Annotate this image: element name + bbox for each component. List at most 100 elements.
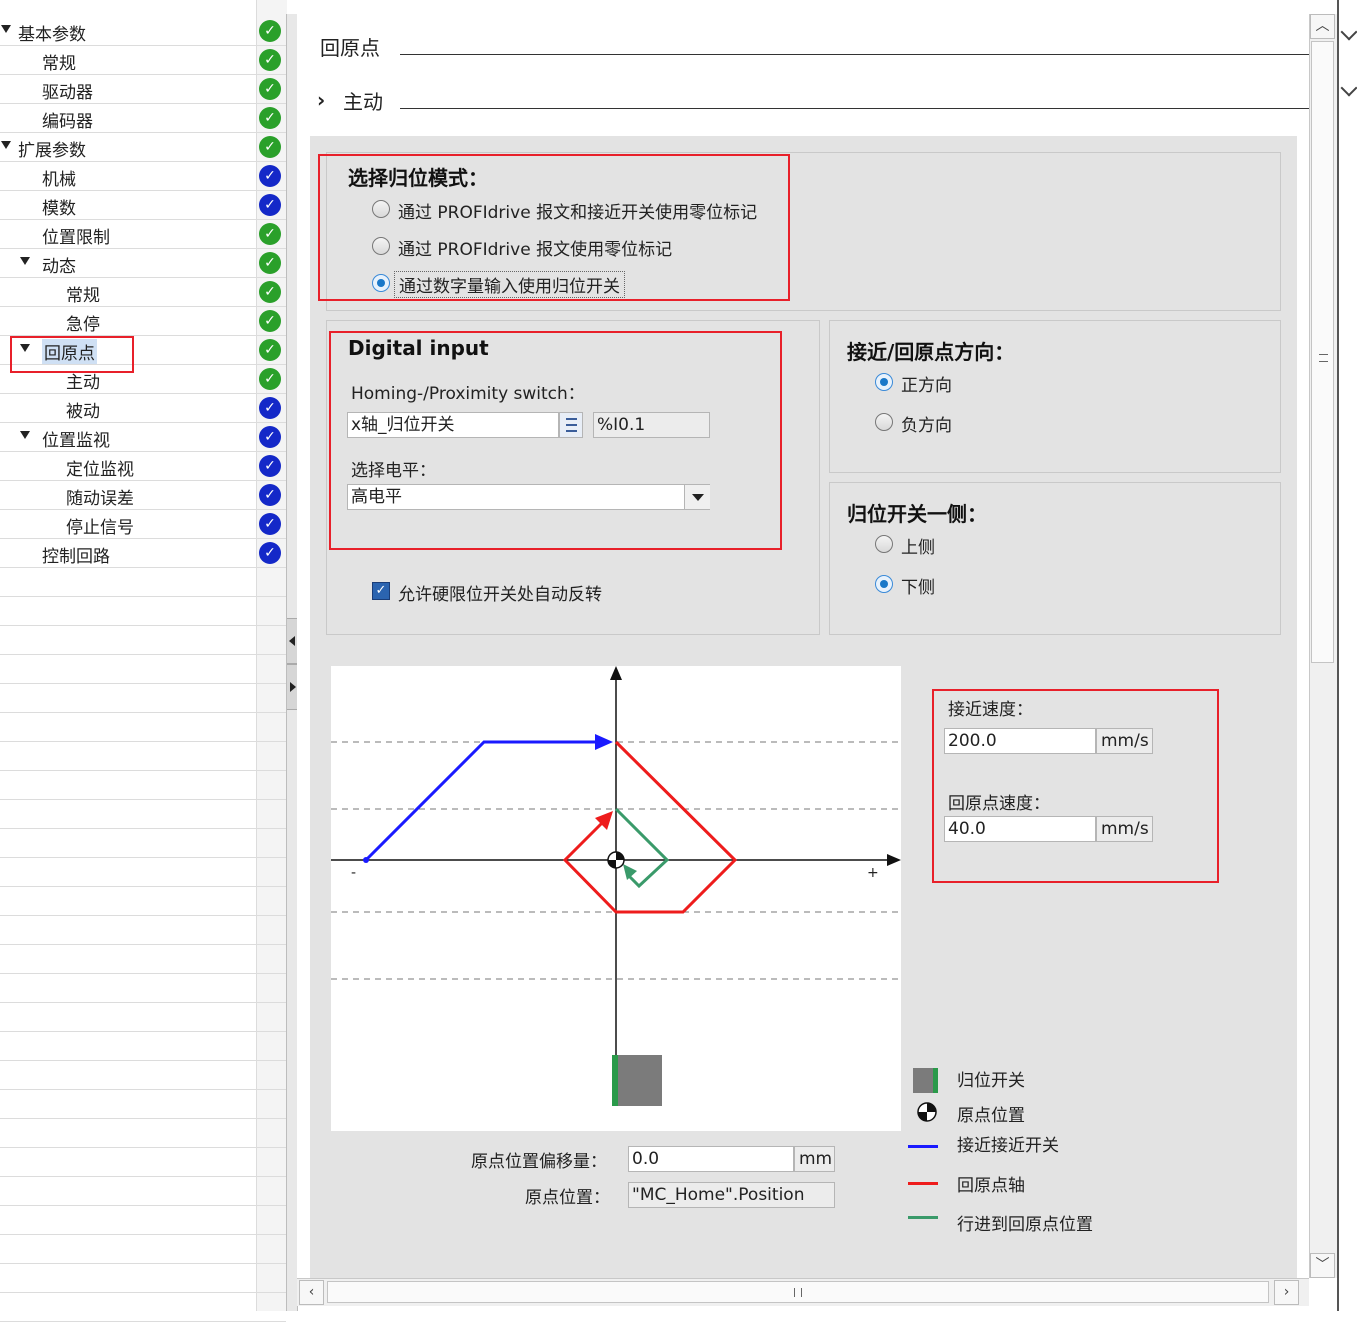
tree-item[interactable]: 停止信号: [0, 509, 256, 539]
tree-item[interactable]: 被动: [0, 393, 256, 423]
direction-radio-negative[interactable]: [875, 413, 893, 431]
tree-item[interactable]: 急停: [0, 306, 256, 336]
chevron-down-icon[interactable]: [1340, 23, 1357, 41]
status-cell: ✓: [256, 248, 286, 278]
tree-item-label: 常规: [42, 54, 76, 74]
expand-arrow-icon[interactable]: [20, 431, 30, 439]
tree-item[interactable]: 控制回路: [0, 538, 256, 568]
homing-switch-edge: [612, 1055, 618, 1106]
offset-unit: mm: [794, 1146, 835, 1172]
status-cell: ✓: [256, 190, 286, 220]
side-option-label: 上侧: [901, 538, 935, 558]
auto-reverse-checkbox[interactable]: ✓: [372, 582, 390, 600]
expand-arrow-icon[interactable]: [20, 257, 30, 265]
subsection-title[interactable]: 主动: [343, 86, 383, 115]
expand-arrow-icon[interactable]: [20, 344, 30, 352]
status-cell: ✓: [256, 45, 286, 75]
tree-item[interactable]: 基本参数: [0, 16, 256, 46]
tree-item[interactable]: 扩展参数: [0, 132, 256, 162]
legend-homing-label: 回原点轴: [957, 1176, 1025, 1196]
tag-list-button[interactable]: [559, 412, 583, 438]
tree-item[interactable]: 机械: [0, 161, 256, 191]
status-cell: ✓: [256, 277, 286, 307]
chevron-down-icon[interactable]: [1340, 79, 1357, 97]
collapse-left-button[interactable]: [287, 618, 297, 664]
side-option-label: 下侧: [901, 578, 935, 598]
tree-item[interactable]: 常规: [0, 277, 256, 307]
tree-item-label: 被动: [66, 402, 100, 422]
status-pending-icon: ✓: [259, 542, 281, 564]
tree-empty-row: [0, 1263, 286, 1293]
status-cell: ✓: [256, 103, 286, 133]
mode-option-label: 通过 PROFIdrive 报文使用零位标记: [398, 240, 673, 260]
expand-arrow-icon[interactable]: [1, 25, 11, 33]
status-ok-icon: ✓: [259, 281, 281, 303]
level-select[interactable]: 高电平: [347, 484, 710, 510]
homing-speed-unit: mm/s: [1096, 816, 1153, 842]
status-cell: ✓: [256, 393, 286, 423]
tree-item-label: 模数: [42, 199, 76, 219]
subsection-divider: [400, 108, 1309, 109]
direction-radio-positive[interactable]: [875, 373, 893, 391]
subsection-chevron-icon[interactable]: ›: [317, 88, 325, 112]
tree-empty-row: [0, 1147, 286, 1177]
horizontal-scroll-thumb[interactable]: [327, 1281, 1269, 1303]
scroll-left-button[interactable]: ‹: [299, 1280, 324, 1305]
switch-label: Homing-/Proximity switch：: [351, 384, 585, 404]
tree-item-label: 位置监视: [42, 431, 110, 451]
tree-empty-row: [0, 596, 286, 626]
tree-empty-row: [0, 1292, 286, 1322]
auto-reverse-label: 允许硬限位开关处自动反转: [398, 585, 602, 605]
travel-path: [614, 807, 670, 889]
scroll-up-button[interactable]: ︿: [1310, 14, 1335, 39]
tree-empty-row: [0, 828, 286, 858]
mode-option-label: 通过数字量输入使用归位开关: [394, 271, 625, 298]
horizontal-scrollbar[interactable]: ‹ ›: [297, 1278, 1309, 1306]
tree-item[interactable]: 常规: [0, 45, 256, 75]
mode-radio-profidrive-proximity[interactable]: [372, 200, 390, 218]
status-ok-icon: ✓: [259, 310, 281, 332]
offset-input[interactable]: 0.0: [628, 1146, 794, 1172]
tree-empty-row: [0, 1031, 286, 1061]
scroll-down-button[interactable]: ﹀: [1310, 1253, 1335, 1278]
tree-item[interactable]: 模数: [0, 190, 256, 220]
mode-radio-profidrive[interactable]: [372, 237, 390, 255]
tree-item[interactable]: 动态: [0, 248, 256, 278]
approach-arrow: [595, 734, 613, 750]
origin-marker: [607, 851, 625, 869]
arrow-left-icon: [289, 636, 295, 646]
tree-item[interactable]: 主动: [0, 364, 256, 394]
expand-arrow-icon[interactable]: [1, 141, 11, 149]
approach-speed-input[interactable]: 200.0: [944, 728, 1096, 754]
tree-item-label: 基本参数: [18, 25, 86, 45]
side-radio-upper[interactable]: [875, 535, 893, 553]
mode-radio-digital-input[interactable]: [372, 274, 390, 292]
tree-item-label: 随动误差: [66, 489, 134, 509]
homing-speed-input[interactable]: 40.0: [944, 816, 1096, 842]
navigation-tree: 基本参数 常规 驱动器 编码器 扩展参数 机械 模数 位置限制 动态 常规 急停 回原点 主动 被动 位置监…: [0, 0, 287, 1322]
side-radio-lower[interactable]: [875, 575, 893, 593]
arrow-right-icon: [290, 682, 296, 692]
outer-panel-edge: [1337, 0, 1357, 1311]
expand-right-button[interactable]: [287, 664, 297, 710]
dropdown-button[interactable]: [684, 485, 710, 509]
homing-diagram: - +: [331, 666, 901, 1131]
tree-item[interactable]: 位置监视: [0, 422, 256, 452]
legend-travel-label: 行进到回原点位置: [957, 1215, 1093, 1235]
tree-item[interactable]: 驱动器: [0, 74, 256, 104]
switch-input[interactable]: x轴_归位开关: [347, 412, 559, 438]
home-position-field: "MC_Home".Position: [628, 1182, 835, 1208]
vertical-scroll-thumb[interactable]: [1311, 41, 1334, 663]
tree-item[interactable]: 定位监视: [0, 451, 256, 481]
axis-plus-label: +: [867, 865, 879, 881]
legend-approach-line: [908, 1145, 938, 1148]
status-cell: ✓: [256, 306, 286, 336]
x-axis-arrow: [887, 854, 901, 866]
vertical-scrollbar[interactable]: ︿ ﹀: [1309, 14, 1337, 1278]
scroll-right-button[interactable]: ›: [1274, 1280, 1299, 1305]
tree-item[interactable]: 随动误差: [0, 480, 256, 510]
tree-item[interactable]: 位置限制: [0, 219, 256, 249]
tree-item[interactable]: 编码器: [0, 103, 256, 133]
status-pending-icon: ✓: [259, 165, 281, 187]
tree-item[interactable]: 回原点: [0, 335, 256, 365]
